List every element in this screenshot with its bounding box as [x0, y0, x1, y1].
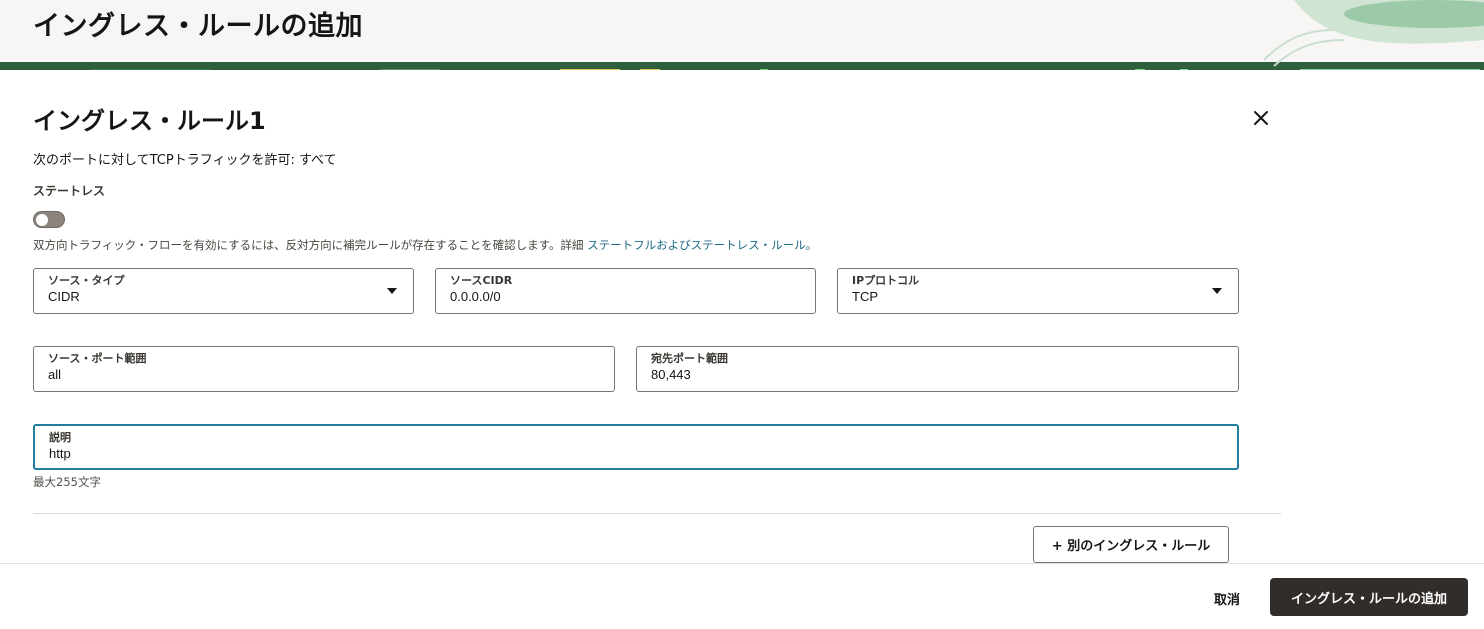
source-port-input[interactable] [48, 366, 600, 384]
description-input[interactable] [49, 445, 1223, 463]
stateless-rules-link[interactable]: ステートフルおよびステートレス・ルール。 [587, 238, 817, 252]
dest-port-label: 宛先ポート範囲 [651, 352, 728, 365]
page-title: イングレス・ルールの追加 [33, 11, 363, 42]
ip-protocol-value: TCP [852, 289, 878, 304]
add-another-rule-button[interactable]: + 別のイングレス・ルール [1033, 526, 1229, 563]
banner-art-icon [0, 69, 1484, 70]
decorative-banner [0, 62, 1484, 70]
close-icon[interactable] [1249, 106, 1273, 130]
toggle-knob [36, 213, 48, 226]
dest-port-field[interactable]: 宛先ポート範囲 [636, 346, 1239, 392]
source-cidr-input[interactable] [450, 288, 801, 306]
ip-protocol-label: IPプロトコル [852, 274, 920, 287]
dest-port-input[interactable] [651, 366, 1224, 384]
divider [33, 513, 1281, 514]
dialog-footer [0, 563, 1484, 629]
source-port-field[interactable]: ソース・ポート範囲 [33, 346, 615, 392]
cancel-button[interactable]: 取消 [1200, 583, 1254, 613]
chevron-down-icon [387, 288, 397, 294]
description-field[interactable]: 説明 [33, 424, 1239, 470]
page-header: イングレス・ルールの追加 [0, 0, 1484, 70]
stateless-label: ステートレス [33, 184, 106, 198]
source-type-label: ソース・タイプ [48, 274, 125, 287]
stateless-help-text: 双方向トラフィック・フローを有効にするには、反対方向に補完ルールが存在することを… [33, 237, 817, 253]
ip-protocol-select[interactable]: IPプロトコル TCP [837, 268, 1239, 314]
source-cidr-label: ソースCIDR [450, 274, 513, 287]
header-leaf-art-icon [1264, 0, 1484, 67]
rule-summary: 次のポートに対してTCPトラフィックを許可: すべて [33, 153, 337, 168]
source-type-value: CIDR [48, 289, 80, 304]
source-type-select[interactable]: ソース・タイプ CIDR [33, 268, 414, 314]
rule-title: イングレス・ルール1 [33, 107, 266, 135]
chevron-down-icon [1212, 288, 1222, 294]
add-ingress-rule-button[interactable]: イングレス・ルールの追加 [1270, 578, 1468, 616]
help-text: 双方向トラフィック・フローを有効にするには、反対方向に補完ルールが存在することを… [33, 238, 588, 252]
description-hint: 最大255文字 [33, 475, 101, 489]
description-label: 説明 [49, 431, 71, 444]
source-port-label: ソース・ポート範囲 [48, 352, 147, 365]
source-cidr-field[interactable]: ソースCIDR [435, 268, 816, 314]
stateless-toggle[interactable] [33, 211, 65, 228]
